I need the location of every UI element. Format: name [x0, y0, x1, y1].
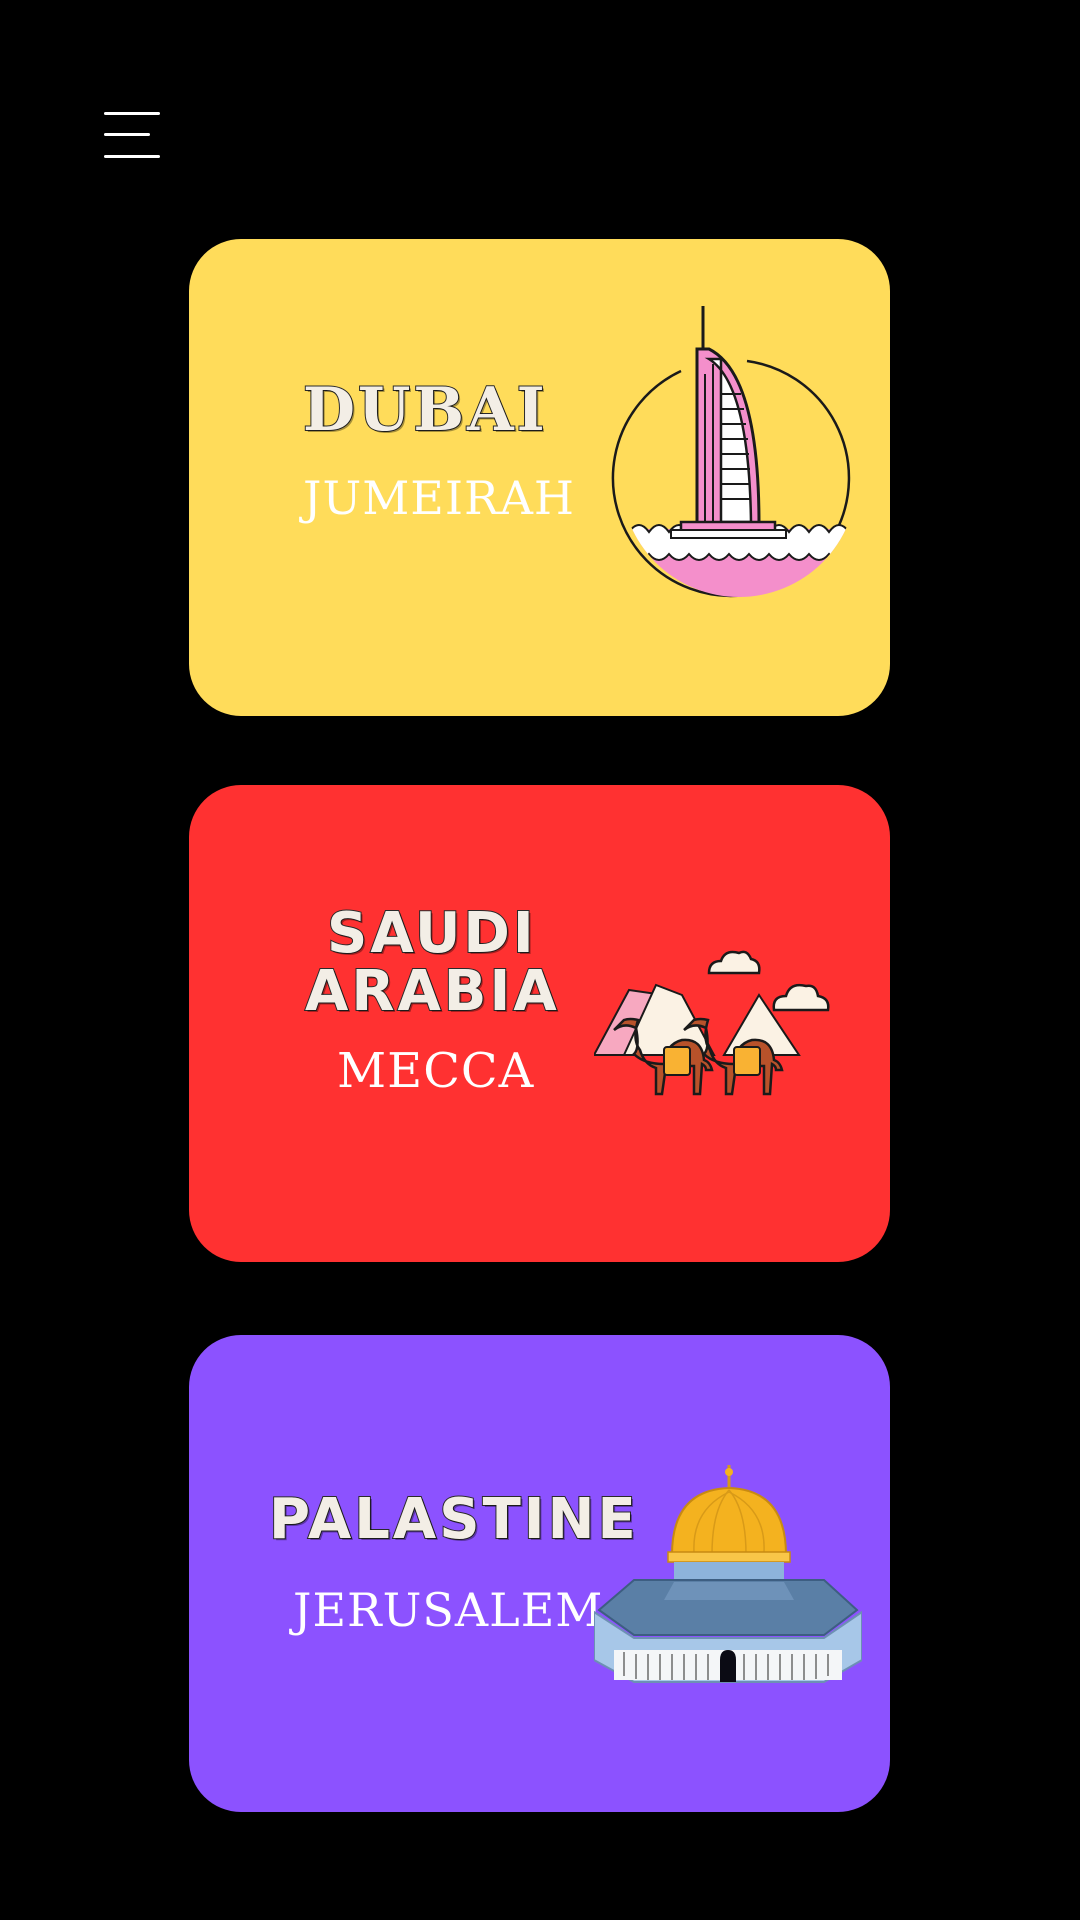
- card-title-line1: SAUDI: [326, 900, 537, 967]
- card-subtitle: JERUSALEM: [293, 1583, 604, 1637]
- destination-card-palastine[interactable]: PALASTINE JERUSALEM: [189, 1335, 890, 1812]
- destination-card-dubai[interactable]: DUBAI JUMEIRAH: [189, 239, 890, 716]
- dome-of-the-rock-icon: [594, 1465, 862, 1683]
- card-title: PALASTINE: [268, 1486, 639, 1553]
- card-subtitle: JUMEIRAH: [303, 471, 576, 525]
- destination-card-saudi-arabia[interactable]: SAUDI ARABIA MECCA: [189, 785, 890, 1262]
- camels-desert-icon: [594, 950, 830, 1096]
- menu-button[interactable]: [104, 110, 162, 162]
- card-title: DUBAI: [302, 374, 548, 446]
- burj-al-arab-icon: [611, 306, 857, 598]
- card-subtitle: MECCA: [337, 1043, 535, 1099]
- hamburger-menu-icon: [104, 112, 160, 115]
- card-title-line2: ARABIA: [304, 958, 560, 1025]
